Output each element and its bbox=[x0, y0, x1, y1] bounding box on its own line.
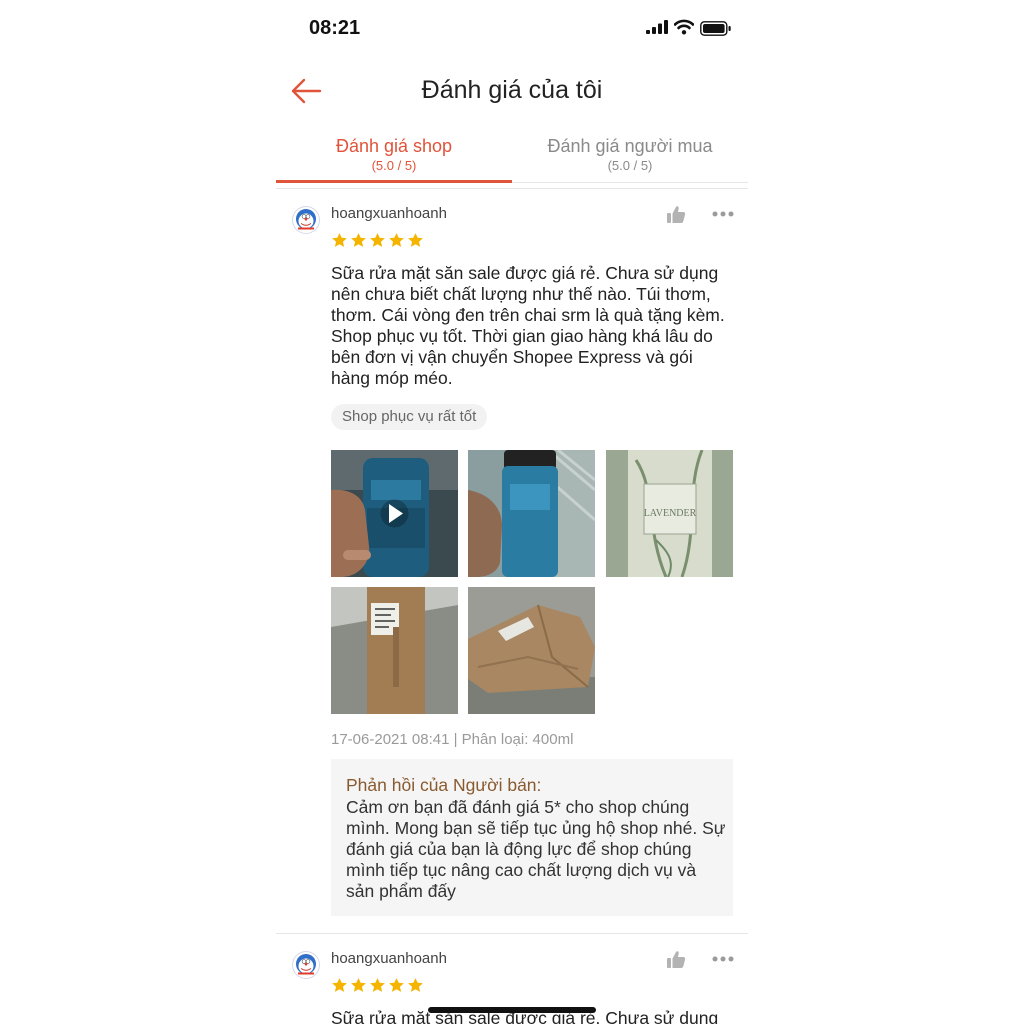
star-icon bbox=[332, 978, 347, 992]
username: hoangxuanhoanh bbox=[331, 205, 447, 222]
home-indicator bbox=[428, 1007, 596, 1013]
seller-reply-title: Phản hồi của Người bán: bbox=[346, 775, 542, 795]
review-video-thumbnail[interactable] bbox=[331, 450, 458, 577]
review-photo[interactable]: LAVENDER bbox=[606, 450, 733, 577]
wifi-icon bbox=[674, 19, 694, 35]
review-text: Sữa rửa mặt săn sale được giá rẻ. Chưa s… bbox=[331, 263, 725, 388]
star-icon bbox=[389, 978, 404, 992]
battery-icon bbox=[700, 21, 731, 36]
username: hoangxuanhoanh bbox=[331, 950, 447, 967]
thumbs-up-icon[interactable] bbox=[666, 950, 686, 969]
more-options-icon[interactable] bbox=[712, 211, 734, 217]
cellular-signal-icon bbox=[646, 20, 668, 34]
review-photo[interactable] bbox=[468, 587, 595, 714]
tab-label: Đánh giá người mua bbox=[547, 136, 713, 156]
review-tag-chip[interactable]: Shop phục vụ rất tốt bbox=[331, 404, 488, 430]
star-icon bbox=[370, 978, 385, 992]
tab-rating: (5.0 / 5) bbox=[607, 158, 653, 173]
active-tab-indicator bbox=[276, 180, 512, 183]
review-date-variant: 17-06-2021 08:41 | Phân loại: 400ml bbox=[331, 731, 574, 748]
status-time: 08:21 bbox=[309, 17, 361, 39]
star-icon bbox=[389, 233, 404, 247]
lavender-label: LAVENDER bbox=[644, 508, 697, 519]
review-photo[interactable] bbox=[331, 587, 458, 714]
review-card: hoangxuanhoanh Sữa rửa mặt săn sale được… bbox=[276, 188, 748, 933]
avatar[interactable] bbox=[292, 206, 320, 234]
tab-bar: Đánh giá shop (5.0 / 5) Đánh giá người m… bbox=[276, 128, 748, 183]
avatar[interactable] bbox=[292, 951, 320, 979]
star-icon bbox=[370, 233, 385, 247]
star-rating bbox=[331, 977, 426, 995]
tab-label: Đánh giá shop bbox=[335, 136, 453, 156]
tab-shop-reviews[interactable]: Đánh giá shop (5.0 / 5) bbox=[276, 128, 512, 183]
star-icon bbox=[408, 978, 423, 992]
status-bar: 08:21 bbox=[276, 0, 748, 58]
seller-reply-box: Phản hồi của Người bán: Cảm ơn bạn đã đá… bbox=[331, 759, 733, 916]
more-options-icon[interactable] bbox=[712, 956, 734, 962]
app-header: Đánh giá của tôi bbox=[276, 60, 748, 120]
star-rating bbox=[331, 232, 426, 250]
page-title: Đánh giá của tôi bbox=[421, 76, 603, 104]
star-icon bbox=[408, 233, 423, 247]
star-icon bbox=[351, 233, 366, 247]
star-icon bbox=[332, 233, 347, 247]
tab-buyer-reviews[interactable]: Đánh giá người mua (5.0 / 5) bbox=[512, 128, 748, 182]
review-photo[interactable] bbox=[468, 450, 595, 577]
seller-reply-text: Cảm ơn bạn đã đánh giá 5* cho shop chúng… bbox=[346, 797, 726, 901]
thumbs-up-icon[interactable] bbox=[666, 205, 686, 224]
tab-rating: (5.0 / 5) bbox=[371, 158, 417, 173]
star-icon bbox=[351, 978, 366, 992]
phone-screen: 08:21 Đánh giá của tôi Đánh giá shop (5.… bbox=[276, 0, 748, 1024]
